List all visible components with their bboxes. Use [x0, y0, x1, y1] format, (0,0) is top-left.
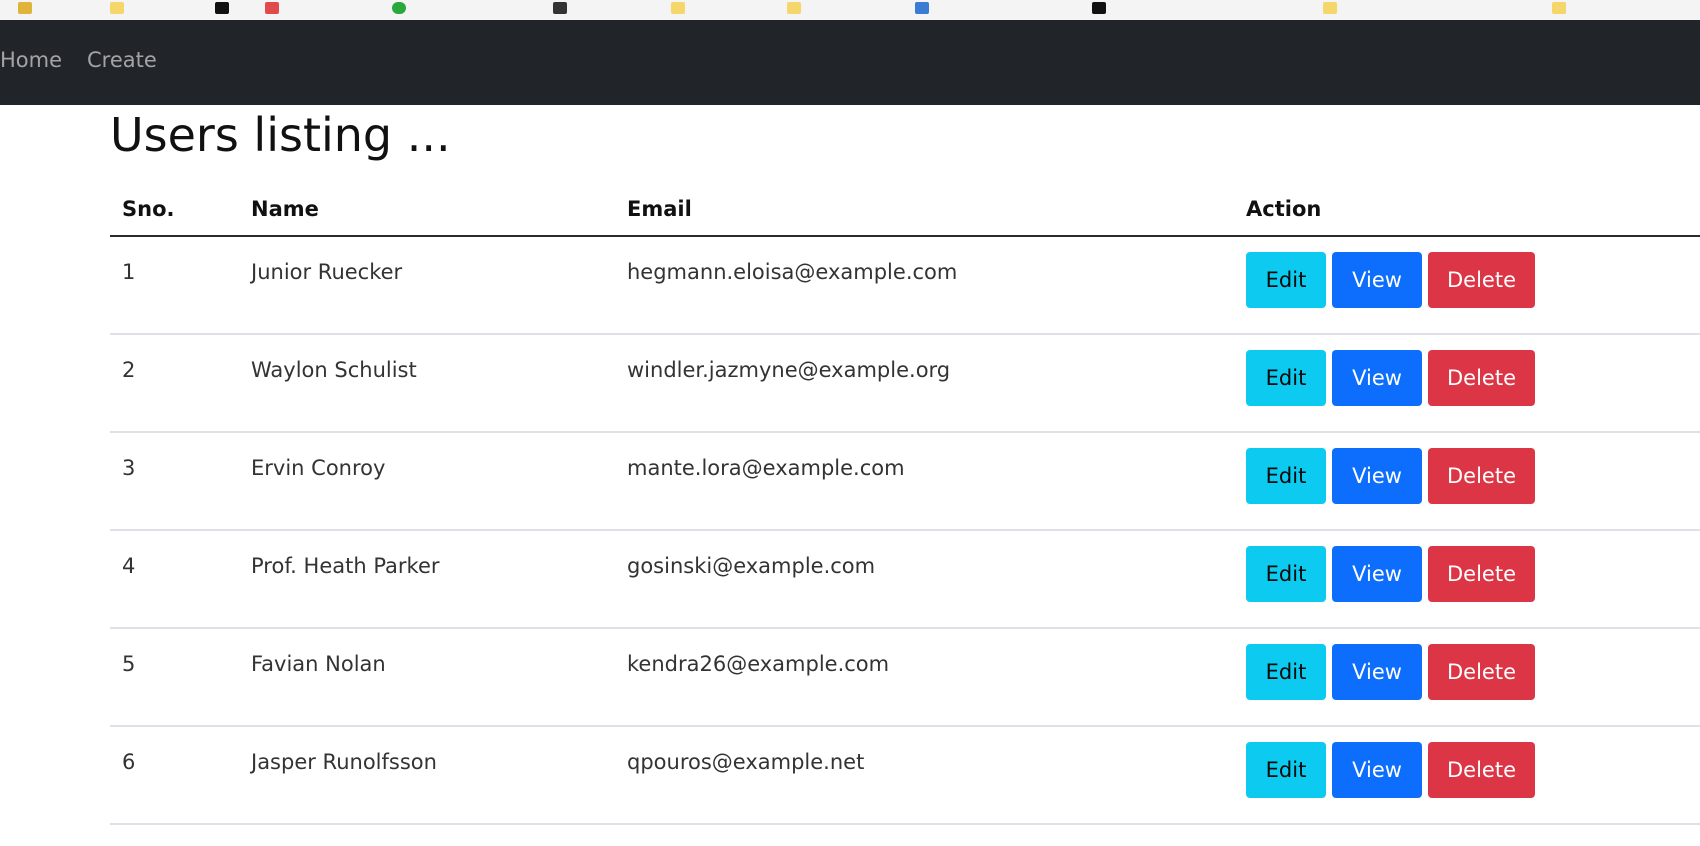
cell-actions: Edit View Delete	[1234, 432, 1700, 531]
cell-email: mante.lora@example.com	[615, 432, 1234, 531]
delete-button[interactable]: Delete	[1428, 448, 1535, 504]
name-text: Junior Ruecker	[251, 260, 403, 284]
view-button[interactable]: View	[1332, 644, 1422, 700]
folder-icon[interactable]	[1552, 2, 1566, 14]
cell-email: kendra26@example.com	[615, 628, 1234, 727]
page-title: Users listing ...	[110, 108, 451, 162]
email-text: qpouros@example.net	[627, 750, 865, 774]
sno-text: 1	[122, 260, 136, 284]
edit-button[interactable]: Edit	[1246, 644, 1326, 700]
folder-icon[interactable]	[110, 2, 124, 14]
table-header-row: Sno. Name Email Action	[110, 183, 1700, 237]
edit-button[interactable]: Edit	[1246, 742, 1326, 798]
cell-name: Junior Ruecker	[239, 236, 615, 335]
nav-home-link[interactable]: Home	[0, 50, 62, 71]
email-text: windler.jazmyne@example.org	[627, 358, 951, 382]
bookmark-icon[interactable]	[215, 2, 229, 14]
cell-sno: 6	[110, 726, 239, 825]
column-header-name: Name	[239, 183, 615, 237]
folder-icon[interactable]	[1323, 2, 1337, 14]
column-header-action: Action	[1234, 183, 1700, 237]
column-header-email: Email	[615, 183, 1234, 237]
delete-button[interactable]: Delete	[1428, 644, 1535, 700]
cell-sno: 2	[110, 334, 239, 433]
edit-button[interactable]: Edit	[1246, 448, 1326, 504]
email-text: kendra26@example.com	[627, 652, 890, 676]
cell-sno: 1	[110, 236, 239, 335]
bookmark-icon[interactable]	[392, 2, 406, 14]
name-text: Ervin Conroy	[251, 456, 386, 480]
view-button[interactable]: View	[1332, 350, 1422, 406]
table-row: 4 Prof. Heath Parker gosinski@example.co…	[110, 530, 1700, 629]
bookmark-icon[interactable]	[1092, 2, 1106, 14]
cell-email: qpouros@example.net	[615, 726, 1234, 825]
table-body: 1 Junior Ruecker hegmann.eloisa@example.…	[110, 236, 1700, 825]
view-button[interactable]: View	[1332, 448, 1422, 504]
bookmark-icon[interactable]	[915, 2, 929, 14]
cell-actions: Edit View Delete	[1234, 628, 1700, 727]
delete-button[interactable]: Delete	[1428, 742, 1535, 798]
table-row: 5 Favian Nolan kendra26@example.com Edit…	[110, 628, 1700, 727]
edit-button[interactable]: Edit	[1246, 546, 1326, 602]
sno-text: 6	[122, 750, 136, 774]
table-row: 2 Waylon Schulist windler.jazmyne@exampl…	[110, 334, 1700, 433]
cell-actions: Edit View Delete	[1234, 726, 1700, 825]
cell-email: gosinski@example.com	[615, 530, 1234, 629]
view-button[interactable]: View	[1332, 546, 1422, 602]
table-row: 6 Jasper Runolfsson qpouros@example.net …	[110, 726, 1700, 825]
bookmark-icon[interactable]	[553, 2, 567, 14]
name-text: Prof. Heath Parker	[251, 554, 440, 578]
nav-create-link[interactable]: Create	[87, 50, 157, 71]
cell-sno: 3	[110, 432, 239, 531]
delete-button[interactable]: Delete	[1428, 546, 1535, 602]
cell-actions: Edit View Delete	[1234, 236, 1700, 335]
delete-button[interactable]: Delete	[1428, 350, 1535, 406]
sno-text: 5	[122, 652, 136, 676]
view-button[interactable]: View	[1332, 742, 1422, 798]
name-text: Favian Nolan	[251, 652, 386, 676]
bookmark-icon[interactable]	[18, 2, 32, 14]
cell-name: Jasper Runolfsson	[239, 726, 615, 825]
cell-actions: Edit View Delete	[1234, 334, 1700, 433]
edit-button[interactable]: Edit	[1246, 350, 1326, 406]
cell-actions: Edit View Delete	[1234, 530, 1700, 629]
folder-icon[interactable]	[671, 2, 685, 14]
bookmarks-bar	[0, 0, 1700, 20]
cell-sno: 5	[110, 628, 239, 727]
folder-icon[interactable]	[787, 2, 801, 14]
cell-email: hegmann.eloisa@example.com	[615, 236, 1234, 335]
column-header-sno: Sno.	[110, 183, 239, 237]
bookmark-icon[interactable]	[265, 2, 279, 14]
sno-text: 2	[122, 358, 136, 382]
cell-name: Waylon Schulist	[239, 334, 615, 433]
cell-sno: 4	[110, 530, 239, 629]
table-row: 3 Ervin Conroy mante.lora@example.com Ed…	[110, 432, 1700, 531]
edit-button[interactable]: Edit	[1246, 252, 1326, 308]
sno-text: 4	[122, 554, 136, 578]
delete-button[interactable]: Delete	[1428, 252, 1535, 308]
cell-name: Prof. Heath Parker	[239, 530, 615, 629]
table-row: 1 Junior Ruecker hegmann.eloisa@example.…	[110, 236, 1700, 335]
cell-name: Favian Nolan	[239, 628, 615, 727]
email-text: gosinski@example.com	[627, 554, 876, 578]
top-navbar: Home Create	[0, 20, 1700, 105]
email-text: mante.lora@example.com	[627, 456, 905, 480]
view-button[interactable]: View	[1332, 252, 1422, 308]
name-text: Waylon Schulist	[251, 358, 417, 382]
sno-text: 3	[122, 456, 136, 480]
cell-name: Ervin Conroy	[239, 432, 615, 531]
email-text: hegmann.eloisa@example.com	[627, 260, 958, 284]
name-text: Jasper Runolfsson	[251, 750, 437, 774]
cell-email: windler.jazmyne@example.org	[615, 334, 1234, 433]
users-table: Sno. Name Email Action 1 Junior Ruecker …	[110, 183, 1700, 825]
